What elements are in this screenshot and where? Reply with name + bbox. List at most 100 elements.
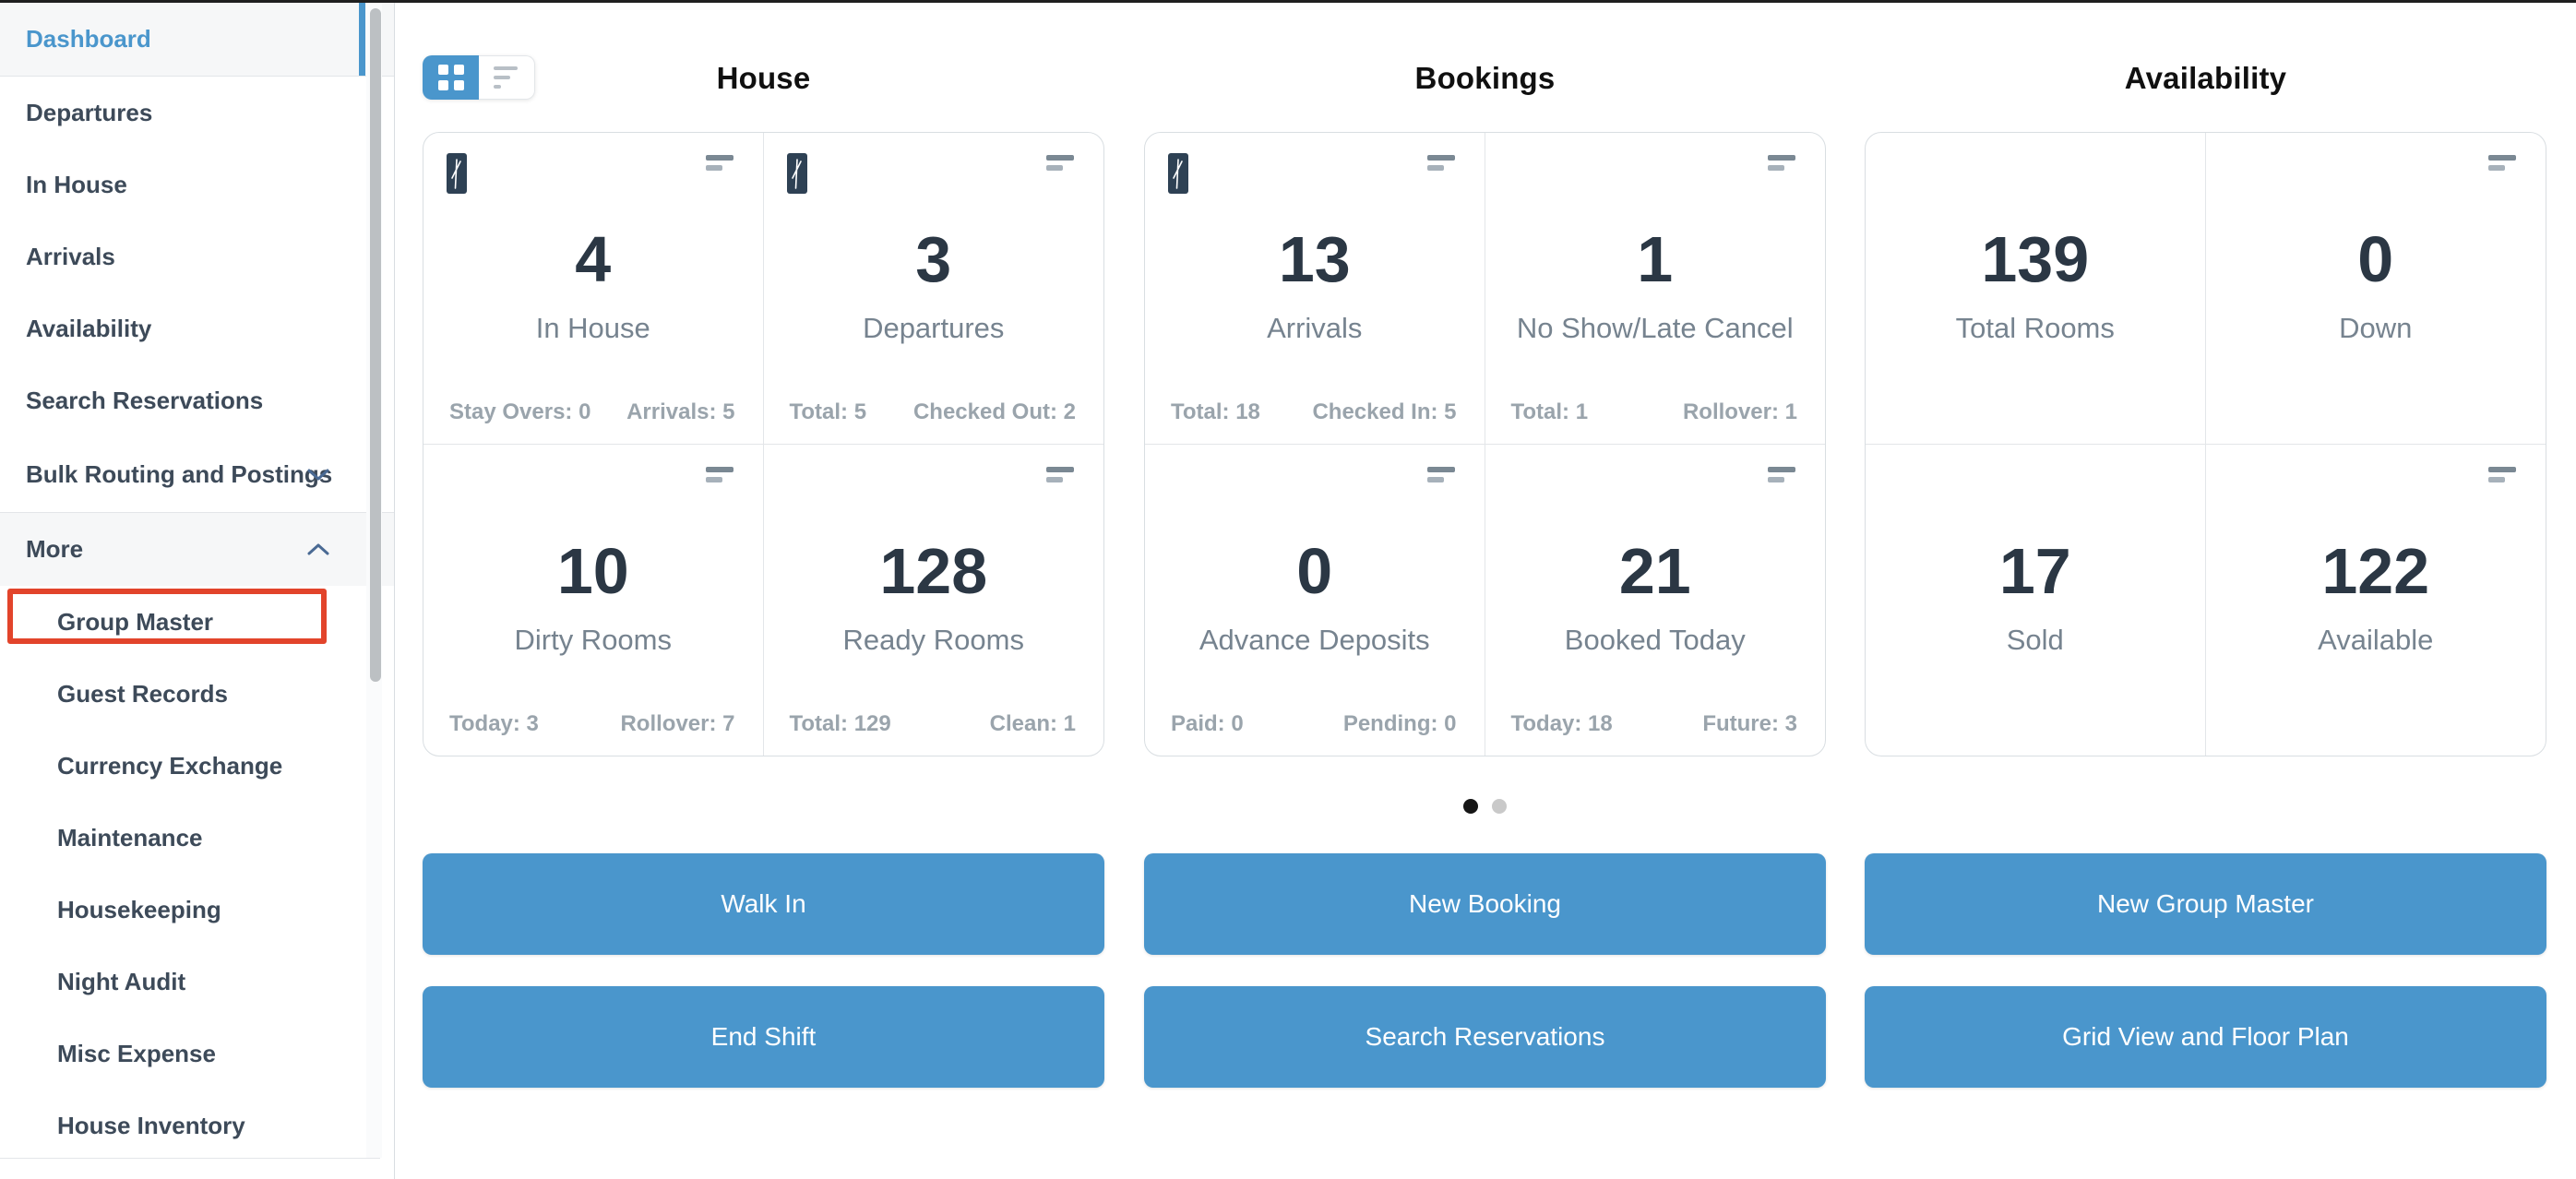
stat-sub-left: Total: 18 xyxy=(1171,399,1260,424)
search-reservations-button[interactable]: Search Reservations xyxy=(1144,986,1826,1088)
card-menu-icon[interactable] xyxy=(1046,466,1074,482)
card-menu-icon[interactable] xyxy=(1768,466,1795,482)
new-booking-button[interactable]: New Booking xyxy=(1144,853,1826,955)
house-panel: 4 In House Stay Overs: 0 Arrivals: 5 3 D… xyxy=(423,132,1104,756)
stat-label: Available xyxy=(2318,623,2434,656)
sidebar-item-label: Maintenance xyxy=(57,823,203,852)
button-label: End Shift xyxy=(710,1022,817,1051)
sidebar-scrollbar-thumb[interactable] xyxy=(370,8,381,682)
stat-value: 10 xyxy=(556,534,629,607)
sidebar-item-label: Bulk Routing and Postings xyxy=(26,459,333,488)
sidebar-item-label: Currency Exchange xyxy=(57,751,283,780)
end-shift-button[interactable]: End Shift xyxy=(423,986,1104,1088)
availability-panel: 139 Total Rooms 0 Down 17 Sold 122 Avail… xyxy=(1865,132,2546,756)
chevron-down-icon xyxy=(307,469,329,481)
sidebar-item-label: In House xyxy=(26,170,127,198)
sidebar-item-arrivals[interactable]: Arrivals xyxy=(0,220,394,292)
stat-card-ready-rooms[interactable]: 128 Ready Rooms Total: 129 Clean: 1 xyxy=(764,445,1104,756)
stat-card-available[interactable]: 122 Available xyxy=(2206,445,2546,756)
sidebar-item-night-audit[interactable]: Night Audit xyxy=(0,946,394,1018)
stat-value: 13 xyxy=(1278,223,1351,295)
sidebar-item-label: Night Audit xyxy=(57,967,186,995)
card-menu-icon[interactable] xyxy=(705,155,733,171)
stat-sub-left: Today: 3 xyxy=(449,711,539,736)
sidebar-item-label: Search Reservations xyxy=(26,386,264,414)
stat-card-dirty-rooms[interactable]: 10 Dirty Rooms Today: 3 Rollover: 7 xyxy=(423,444,764,756)
sidebar-item-departures[interactable]: Departures xyxy=(0,77,394,149)
sidebar-item-search-reservations[interactable]: Search Reservations xyxy=(0,364,394,436)
sidebar-item-availability[interactable]: Availability xyxy=(0,292,394,364)
stat-sub-right: Rollover: 7 xyxy=(620,711,735,736)
stat-sub-right: Clean: 1 xyxy=(989,711,1076,736)
sidebar-item-more[interactable]: More xyxy=(0,512,394,586)
stat-value: 1 xyxy=(1637,223,1674,295)
stat-card-advance-deposits[interactable]: 0 Advance Deposits Paid: 0 Pending: 0 xyxy=(1145,444,1485,756)
sidebar-item-label: House Inventory xyxy=(57,1111,245,1139)
sidebar-item-label: Departures xyxy=(26,98,153,126)
bookings-panel: 13 Arrivals Total: 18 Checked In: 5 1 No… xyxy=(1144,132,1826,756)
pagination-dot-active[interactable] xyxy=(1463,799,1478,814)
stat-label: Advance Deposits xyxy=(1199,623,1430,656)
card-menu-icon[interactable] xyxy=(705,466,733,482)
stat-card-down[interactable]: 0 Down xyxy=(2205,133,2546,445)
stat-value: 21 xyxy=(1618,534,1691,607)
sidebar-bottom-divider xyxy=(0,1158,380,1159)
stat-label: Down xyxy=(2339,312,2413,344)
grid-view-floor-plan-button[interactable]: Grid View and Floor Plan xyxy=(1865,986,2546,1088)
card-menu-icon[interactable] xyxy=(1768,155,1795,171)
sidebar-item-label: Group Master xyxy=(57,607,214,636)
sidebar-item-bulk-routing-and-postings[interactable]: Bulk Routing and Postings xyxy=(0,436,394,512)
button-label: New Group Master xyxy=(2097,889,2314,918)
stat-sub-left: Total: 5 xyxy=(789,399,867,424)
stat-card-booked-today[interactable]: 21 Booked Today Today: 18 Future: 3 xyxy=(1485,445,1826,756)
stat-sub-left: Today: 18 xyxy=(1510,711,1613,736)
stat-value: 128 xyxy=(879,534,988,607)
stat-sub-right: Arrivals: 5 xyxy=(626,399,735,424)
sidebar-item-maintenance[interactable]: Maintenance xyxy=(0,802,394,874)
sidebar-item-housekeeping[interactable]: Housekeeping xyxy=(0,874,394,946)
stat-label: Booked Today xyxy=(1564,623,1746,656)
sidebar-item-label: Dashboard xyxy=(26,25,151,53)
section-title-availability: Availability xyxy=(2124,61,2287,95)
button-label: Walk In xyxy=(721,889,806,918)
sidebar-item-guest-records[interactable]: Guest Records xyxy=(0,658,394,730)
stat-label: In House xyxy=(535,312,650,344)
sidebar-item-in-house[interactable]: In House xyxy=(0,149,394,220)
sidebar-item-group-master[interactable]: Group Master xyxy=(0,586,394,658)
sidebar-item-house-inventory[interactable]: House Inventory xyxy=(0,1090,394,1161)
stat-label: Sold xyxy=(2006,623,2064,656)
stat-card-departures[interactable]: 3 Departures Total: 5 Checked Out: 2 xyxy=(763,133,1103,445)
pagination-dot[interactable] xyxy=(1492,799,1507,814)
new-group-master-button[interactable]: New Group Master xyxy=(1865,853,2546,955)
card-menu-icon[interactable] xyxy=(1426,155,1455,171)
walk-in-button[interactable]: Walk In xyxy=(423,853,1104,955)
sidebar-item-currency-exchange[interactable]: Currency Exchange xyxy=(0,730,394,802)
section-title-house: House xyxy=(716,61,811,95)
stat-card-arrivals[interactable]: 13 Arrivals Total: 18 Checked In: 5 xyxy=(1145,133,1485,445)
sidebar-item-dashboard[interactable]: Dashboard xyxy=(0,3,394,77)
card-menu-icon[interactable] xyxy=(2488,155,2516,171)
stat-label: Departures xyxy=(863,312,1005,344)
stat-label: Dirty Rooms xyxy=(514,623,672,656)
stat-card-total-rooms[interactable]: 139 Total Rooms xyxy=(1866,133,2206,445)
stat-sub-right: Checked Out: 2 xyxy=(912,399,1076,424)
stat-value: 4 xyxy=(575,223,612,295)
stat-value: 17 xyxy=(1998,534,2071,607)
stat-label: Total Rooms xyxy=(1955,312,2115,344)
stat-card-in-house[interactable]: 4 In House Stay Overs: 0 Arrivals: 5 xyxy=(423,133,764,445)
stat-sub-left: Stay Overs: 0 xyxy=(449,399,591,424)
sidebar-item-misc-expense[interactable]: Misc Expense xyxy=(0,1018,394,1090)
card-menu-icon[interactable] xyxy=(2488,466,2516,482)
carousel-pagination xyxy=(1144,799,1826,814)
section-title-bookings: Bookings xyxy=(1414,61,1556,95)
stat-value: 0 xyxy=(2357,223,2394,295)
stat-value: 139 xyxy=(1981,223,2090,295)
sidebar-item-label: Misc Expense xyxy=(57,1039,216,1067)
stat-card-sold[interactable]: 17 Sold xyxy=(1866,444,2206,756)
card-menu-icon[interactable] xyxy=(1426,466,1455,482)
sidebar: Dashboard Departures In House Arrivals A… xyxy=(0,3,395,1179)
stat-value: 3 xyxy=(915,223,952,295)
card-menu-icon[interactable] xyxy=(1046,155,1074,171)
report-badge-icon xyxy=(786,153,807,194)
stat-card-no-show-late-cancel[interactable]: 1 No Show/Late Cancel Total: 1 Rollover:… xyxy=(1485,133,1825,445)
